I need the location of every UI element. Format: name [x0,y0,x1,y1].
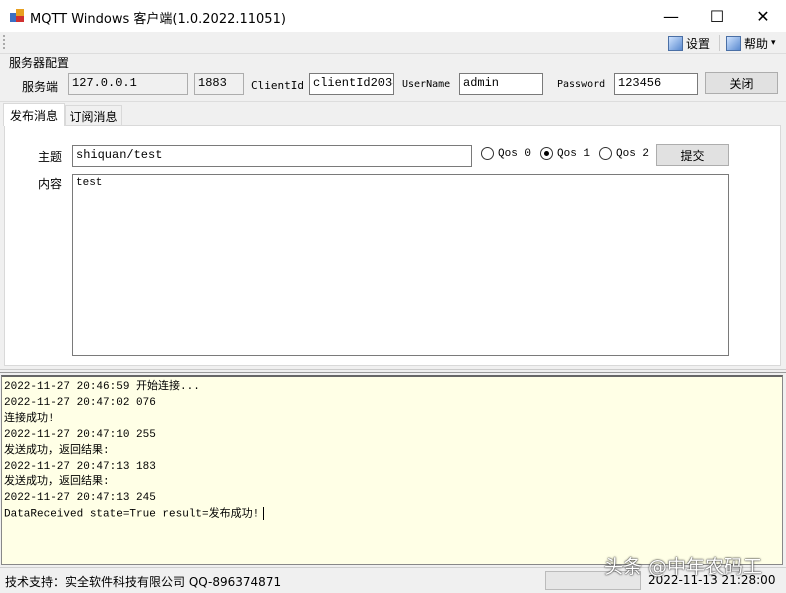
port-input[interactable]: 1883 [194,73,244,95]
topic-label: 主题 [38,150,63,164]
radio-circle [481,147,494,160]
log-line: 2022-11-27 20:46:59 开始连接... [4,381,200,393]
log-output[interactable]: 2022-11-27 20:46:59 开始连接... 2022-11-27 2… [1,375,783,565]
image-icon [668,35,683,51]
toolbar-grip [3,35,5,49]
log-line: 连接成功! [4,412,55,425]
qos2-radio[interactable]: Qos 2 [599,147,649,160]
topic-input[interactable]: shiquan/test [72,145,472,167]
password-input[interactable]: 123456 [614,73,698,95]
log-line: 2022-11-27 20:47:13 183 [4,460,156,473]
username-label: UserName [402,79,451,90]
splitter[interactable] [0,369,786,373]
support-text: 技术支持：实全软件科技有限公司 QQ-896374871 [5,575,282,589]
app-icon [10,9,24,22]
tab-publish[interactable]: 发布消息 [3,103,65,126]
qos2-label: Qos 2 [616,147,650,160]
divider [0,53,786,54]
tab-subscribe[interactable]: 订阅消息 [65,105,122,126]
server-label: 服务端 [22,80,59,94]
server-group-label: 服务器配置 [9,56,70,70]
content-textarea[interactable]: test [72,174,729,356]
watermark: 头条 @中年农码工 [604,556,763,578]
disconnect-button[interactable]: 关闭 [705,72,778,94]
maximize-button[interactable]: ☐ [694,0,740,32]
window-title: MQTT Windows 客户端(1.0.2022.11051) [30,12,286,27]
chevron-down-icon: ▾ [771,38,776,48]
username-input[interactable]: admin [459,73,543,95]
password-label: Password [557,79,606,90]
settings-button[interactable]: 设置 [668,33,710,53]
help-label: 帮助 [744,36,769,51]
title-bar: MQTT Windows 客户端(1.0.2022.11051) — ☐ ✕ [0,0,786,32]
content-label: 内容 [38,177,63,191]
clientid-label: ClientId [251,79,304,92]
settings-label: 设置 [686,36,711,51]
clientid-input[interactable]: clientId20340 [309,73,394,95]
log-line: 2022-11-27 20:47:02 076 [4,396,156,409]
log-line: 2022-11-27 20:47:13 245 [4,492,156,505]
log-line: DataReceived state=True result=发布成功! [4,507,780,523]
log-line: 2022-11-27 20:47:10 255 [4,428,156,441]
qos0-radio[interactable]: Qos 0 [481,147,531,160]
help-dropdown[interactable]: 帮助 ▾ [726,33,776,53]
radio-circle-checked [540,147,553,160]
host-input[interactable]: 127.0.0.1 [68,73,188,95]
log-line-text: DataReceived state=True result=发布成功! [4,508,260,521]
radio-circle [599,147,612,160]
log-line: 发送成功，返回结果: [4,476,110,489]
toolbar-separator [719,35,720,51]
minimize-button[interactable]: — [648,0,694,32]
close-window-button[interactable]: ✕ [740,0,786,32]
qos1-label: Qos 1 [557,147,591,160]
qos1-radio[interactable]: Qos 1 [540,147,590,160]
qos0-label: Qos 0 [498,147,532,160]
divider [0,101,786,102]
image-icon [726,35,741,51]
text-cursor [263,507,265,521]
submit-button[interactable]: 提交 [656,144,729,166]
log-line: 发送成功，返回结果: [4,444,110,457]
